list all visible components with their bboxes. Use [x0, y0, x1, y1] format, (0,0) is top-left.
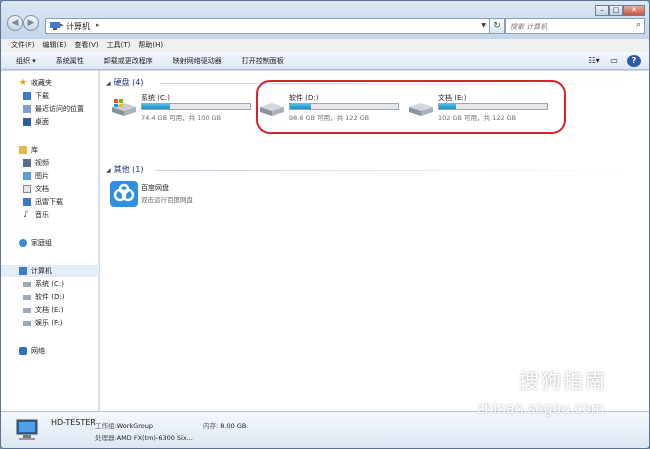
- map-network-drive-button[interactable]: 映射网络驱动器: [173, 56, 222, 66]
- drive-free-space: 74.4 GB 可用，共 100 GB: [141, 114, 222, 122]
- download-folder-icon: [23, 92, 31, 100]
- forward-button[interactable]: ▶: [23, 15, 39, 31]
- view-options-icon[interactable]: ☷▾: [587, 55, 601, 67]
- refresh-button[interactable]: ↻: [489, 18, 505, 34]
- help-icon[interactable]: ?: [627, 55, 641, 67]
- nav-homegroup[interactable]: 家庭组: [1, 237, 99, 249]
- nav-drive-f[interactable]: 娱乐 (F:): [1, 317, 99, 329]
- close-button[interactable]: ✕: [623, 5, 645, 16]
- chevron-right-icon[interactable]: ▸: [60, 21, 64, 29]
- documents-icon: [23, 185, 31, 193]
- computer-name: HD-TESTER: [51, 418, 96, 427]
- search-box[interactable]: ⌕: [505, 18, 645, 34]
- nav-pictures[interactable]: 图片: [1, 170, 99, 182]
- group-header-hard-disks[interactable]: ◢ 硬盘 (4): [106, 77, 144, 88]
- system-properties-button[interactable]: 系统属性: [56, 56, 84, 66]
- recent-places-icon: [23, 105, 31, 113]
- nav-documents[interactable]: 文档: [1, 183, 99, 195]
- nav-drive-e[interactable]: 文档 (E:): [1, 304, 99, 316]
- watermark-url: zhinan.sogou.com: [477, 401, 605, 417]
- search-input[interactable]: [510, 21, 628, 32]
- hard-drive-icon: [23, 295, 31, 300]
- nav-desktop[interactable]: 桌面: [1, 116, 99, 128]
- music-icon: ♪: [23, 210, 29, 220]
- toolbar-right-group: ☷▾ ▭ ?: [581, 55, 641, 67]
- collapse-arrow-icon[interactable]: ◢: [106, 167, 111, 174]
- computer-icon: [16, 419, 38, 440]
- address-field[interactable]: ▸ 计算机 ▸ ▼: [45, 18, 491, 34]
- navigation-pane: ★ 收藏夹 下载 最近访问的位置 桌面 库 视频 图片 文档 迅雷下载 ♪ 音乐 家…: [1, 71, 99, 411]
- menu-help[interactable]: 帮助(H): [138, 39, 163, 52]
- chevron-right-icon[interactable]: ▸: [96, 21, 100, 29]
- open-control-panel-button[interactable]: 打开控制面板: [242, 56, 284, 66]
- group-header-other[interactable]: ◢ 其他 (1): [106, 164, 144, 175]
- watermark-text: 搜狗指南: [519, 369, 607, 393]
- search-icon[interactable]: ⌕: [636, 20, 641, 30]
- hard-drive-icon: [23, 321, 31, 326]
- cloud-logo-icon: [113, 183, 135, 202]
- drive-tile-c[interactable]: 系统 (C:) 74.4 GB 可用，共 100 GB: [110, 93, 260, 129]
- drive-usage-fill: [142, 104, 171, 109]
- menu-file[interactable]: 文件(F): [11, 39, 35, 52]
- menu-tools[interactable]: 工具(T): [107, 39, 131, 52]
- desktop-icon: [23, 118, 31, 126]
- processor-info: 处理器:AMD FX(tm)-6300 Six...: [95, 434, 193, 442]
- drive-usage-bar: [141, 103, 251, 110]
- address-bar-area: ◀ ▶ ▸ 计算机 ▸ ▼ ↻ ⌕ – □ ✕: [1, 1, 649, 39]
- explorer-window: ◀ ▶ ▸ 计算机 ▸ ▼ ↻ ⌕ – □ ✕ 文件(F) 编辑(E) 查看(V…: [0, 0, 650, 449]
- hard-drive-icon: [23, 308, 31, 313]
- windows-drive-icon: [112, 99, 136, 116]
- thunder-folder-icon: [23, 198, 31, 206]
- back-button[interactable]: ◀: [7, 15, 23, 31]
- drive-name: 系统 (C:): [141, 94, 170, 102]
- nav-library[interactable]: 库: [1, 144, 99, 156]
- nav-drive-c[interactable]: 系统 (C:): [1, 278, 99, 290]
- workgroup-info: 工作组:WorkGroup: [95, 422, 153, 430]
- computer-icon: [50, 22, 60, 30]
- organize-button[interactable]: 组织 ▾: [16, 56, 36, 66]
- breadcrumb-computer[interactable]: 计算机: [66, 21, 90, 32]
- library-icon: [19, 146, 27, 154]
- memory-info: 内存: 8.00 GB: [203, 422, 247, 430]
- star-icon: ★: [19, 78, 28, 88]
- window-controls: – □ ✕: [595, 5, 645, 17]
- minimize-button[interactable]: –: [595, 5, 609, 16]
- menu-bar: 文件(F) 编辑(E) 查看(V) 工具(T) 帮助(H): [1, 39, 649, 52]
- maximize-button[interactable]: □: [609, 5, 623, 16]
- nav-video[interactable]: 视频: [1, 157, 99, 169]
- highlight-annotation-circle: [256, 80, 566, 134]
- sogou-logo-icon: S: [481, 363, 513, 395]
- group-divider: [155, 170, 640, 171]
- chevron-down-icon[interactable]: ▼: [481, 22, 486, 29]
- homegroup-icon: [19, 239, 27, 247]
- nav-favorites[interactable]: ★ 收藏夹: [1, 77, 99, 89]
- pictures-icon: [23, 172, 31, 180]
- nav-drive-d[interactable]: 软件 (D:): [1, 291, 99, 303]
- nav-thunder-downloads[interactable]: 迅雷下载: [1, 196, 99, 208]
- menu-edit[interactable]: 编辑(E): [43, 39, 67, 52]
- nav-network[interactable]: 网络: [1, 345, 99, 357]
- hard-drive-icon: [23, 282, 31, 287]
- computer-icon: [19, 267, 27, 275]
- command-toolbar: 组织 ▾ 系统属性 卸载或更改程序 映射网络驱动器 打开控制面板 ☷▾ ▭ ?: [1, 52, 649, 70]
- preview-pane-icon[interactable]: ▭: [607, 55, 621, 67]
- nav-music[interactable]: ♪ 音乐: [1, 209, 99, 221]
- content-area: ◢ 硬盘 (4) 系统 (C:) 74.4 GB 可用，共 100 GB 软件 (…: [100, 71, 649, 411]
- baidu-netdisk-icon[interactable]: [110, 181, 138, 207]
- network-icon: [19, 347, 27, 355]
- uninstall-program-button[interactable]: 卸载或更改程序: [104, 56, 153, 66]
- nav-downloads[interactable]: 下载: [1, 90, 99, 102]
- watermark: S 搜狗指南 zhinan.sogou.com: [477, 361, 637, 421]
- menu-view[interactable]: 查看(V): [74, 39, 98, 52]
- nav-recent[interactable]: 最近访问的位置: [1, 103, 99, 115]
- app-description: 双击运行百度网盘: [141, 196, 193, 204]
- app-name[interactable]: 百度网盘: [141, 183, 169, 193]
- nav-computer[interactable]: 计算机: [1, 265, 99, 277]
- collapse-arrow-icon[interactable]: ◢: [106, 80, 111, 87]
- video-icon: [23, 159, 31, 167]
